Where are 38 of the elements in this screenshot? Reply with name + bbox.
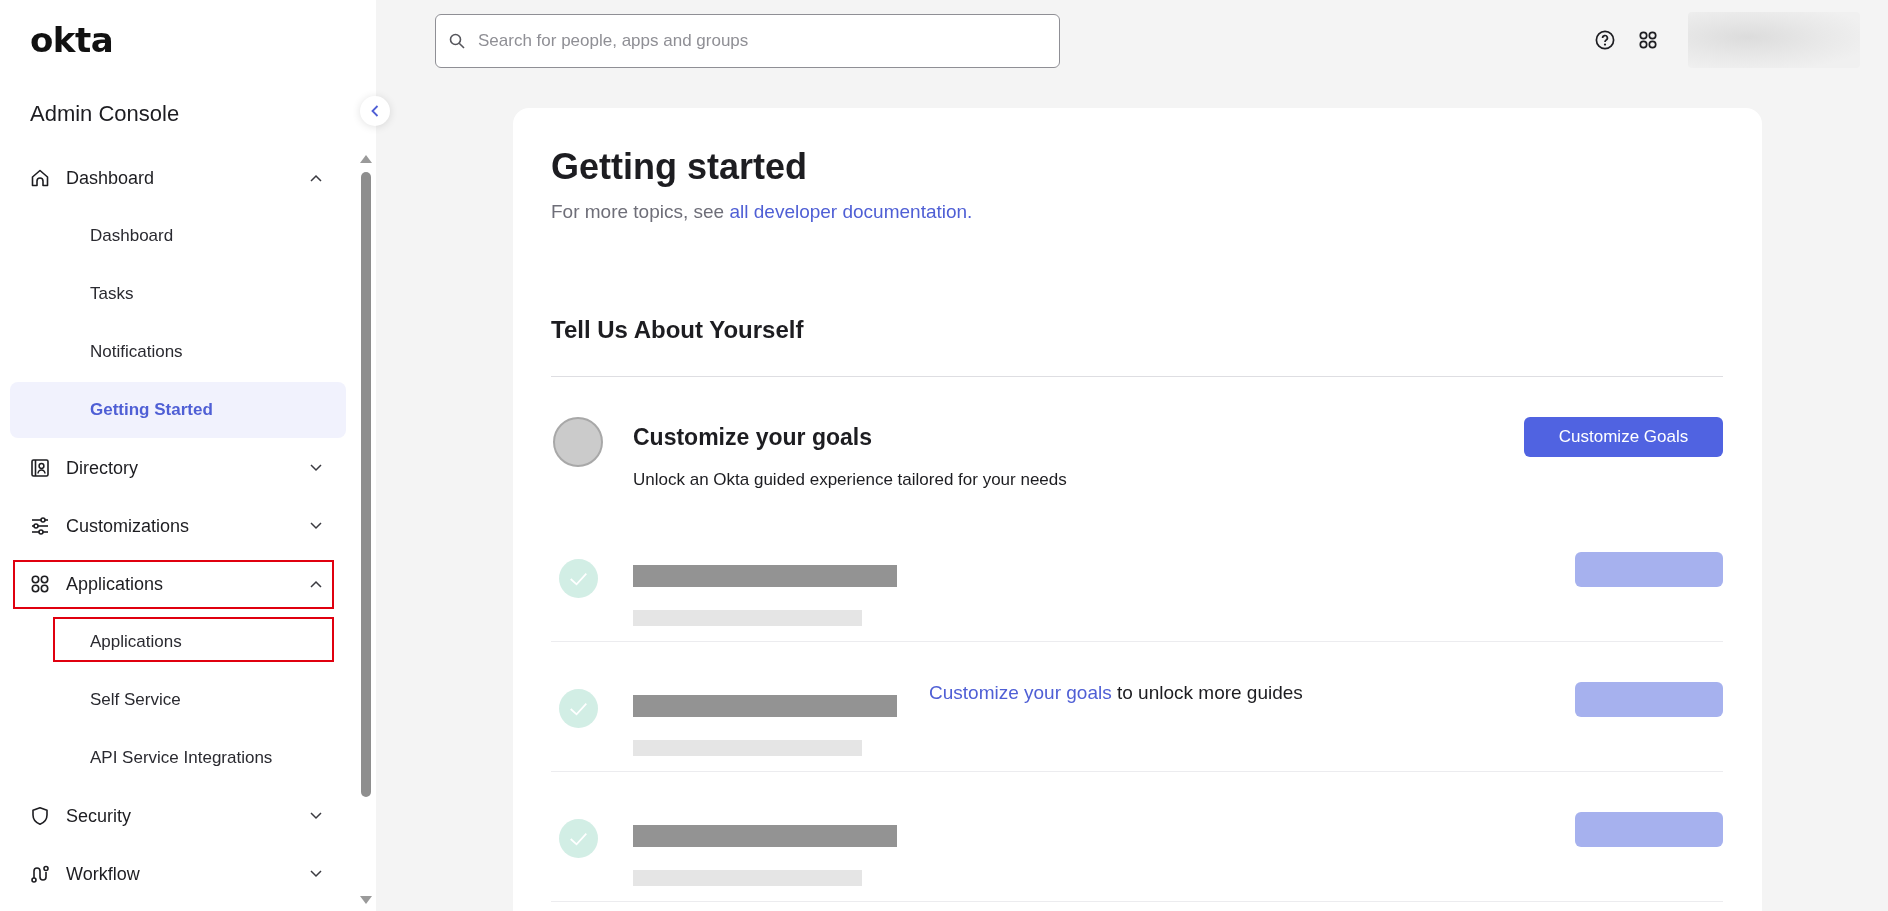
goal-description: Unlock an Okta guided experience tailored for your needs <box>633 469 1067 491</box>
sliders-icon <box>30 516 50 536</box>
grid-icon[interactable] <box>1638 30 1658 50</box>
nav-sub-item[interactable]: Notifications <box>10 324 346 380</box>
scrollbar-thumb[interactable] <box>361 172 371 797</box>
nav-group-item[interactable]: Customizations <box>10 498 346 554</box>
documentation-link[interactable]: all developer documentation. <box>729 201 973 222</box>
scroll-up-icon[interactable] <box>360 155 372 163</box>
home-icon <box>30 168 50 188</box>
unlock-guides-message: Customize your goals to unlock more guides <box>929 682 1303 704</box>
nav-group-item[interactable]: Workflow <box>10 846 346 902</box>
nav-sub-item[interactable]: Getting Started <box>10 382 346 438</box>
nav-sub-item[interactable]: Dashboard <box>10 208 346 264</box>
nav-group-item[interactable]: Dashboard <box>10 150 346 206</box>
okta-logo[interactable]: okta <box>30 18 114 62</box>
search-field[interactable]: Search for people, apps and groups <box>435 14 1060 68</box>
contact-card-icon <box>30 458 50 478</box>
chevron-left-icon <box>371 105 379 117</box>
help-icon[interactable] <box>1595 30 1615 50</box>
goal-title: Customize your goals <box>633 423 872 452</box>
console-title: Admin Console <box>30 100 180 128</box>
nav-sub-item[interactable]: API Service Integrations <box>10 730 346 786</box>
nav-sub-item[interactable]: Tasks <box>10 266 346 322</box>
shield-icon <box>30 806 50 826</box>
scroll-down-icon[interactable] <box>360 896 372 904</box>
nav-group-item[interactable]: Directory <box>10 440 346 496</box>
customize-goals-link[interactable]: Customize your goals <box>929 682 1112 703</box>
nav-group-item[interactable]: Applications <box>10 556 346 612</box>
page-subtitle: For more topics, see all developer documentation. <box>551 200 973 224</box>
nav-sub-item[interactable]: Self Service <box>10 672 346 728</box>
node-path-icon <box>30 864 50 884</box>
nav-sub-item[interactable]: Applications <box>10 614 346 670</box>
customize-goals-button[interactable]: Customize Goals <box>1524 417 1723 457</box>
grid-icon <box>30 574 50 594</box>
nav-group-item[interactable]: Security <box>10 788 346 844</box>
page-title: Getting started <box>551 145 808 189</box>
section-title: Tell Us About Yourself <box>551 315 804 345</box>
search-icon <box>449 33 465 49</box>
